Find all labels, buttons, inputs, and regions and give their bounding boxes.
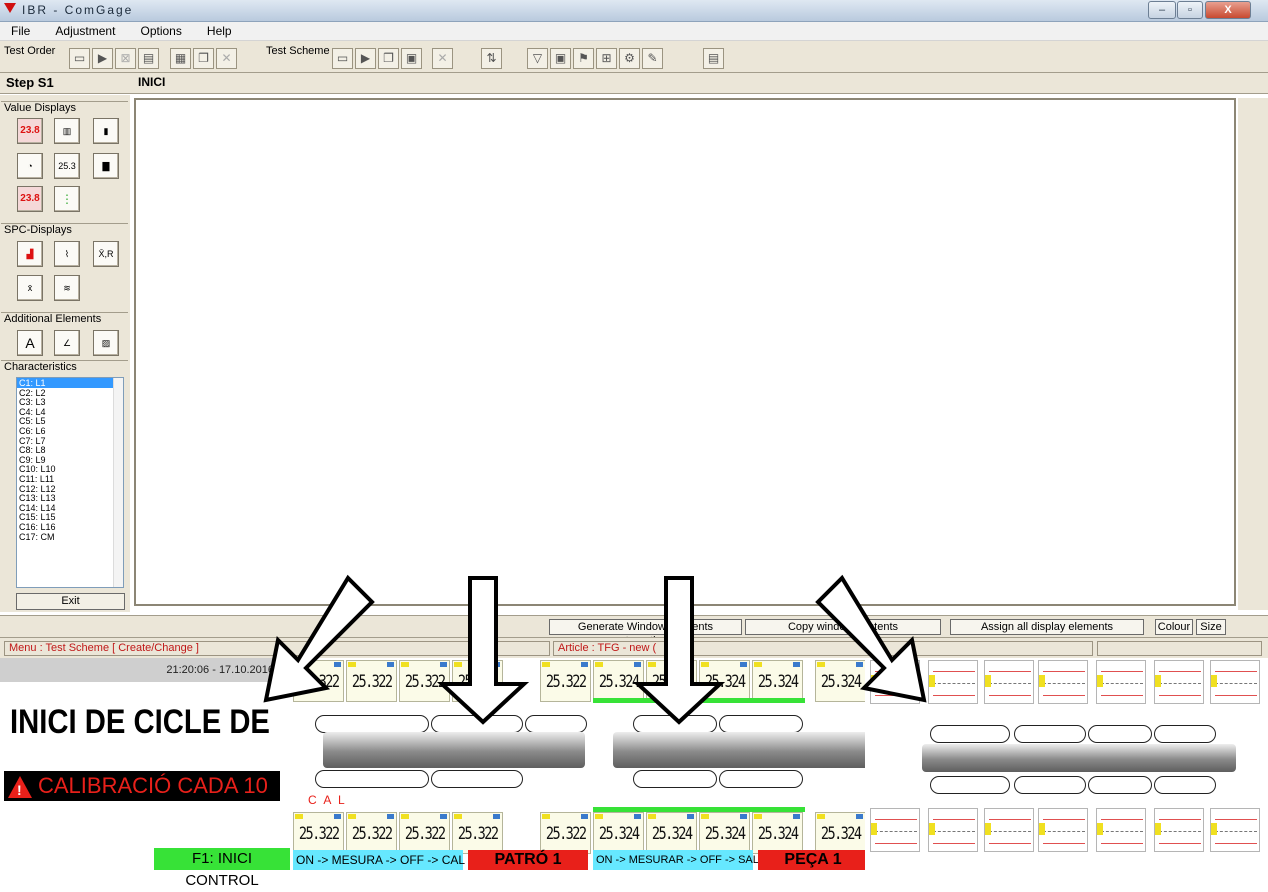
arrow-down-c xyxy=(632,576,726,725)
arrow-diagonal-right xyxy=(815,574,927,703)
annotation-arrows xyxy=(263,574,927,725)
arrow-diagonal-left xyxy=(263,574,375,703)
arrow-down-b xyxy=(436,576,530,725)
